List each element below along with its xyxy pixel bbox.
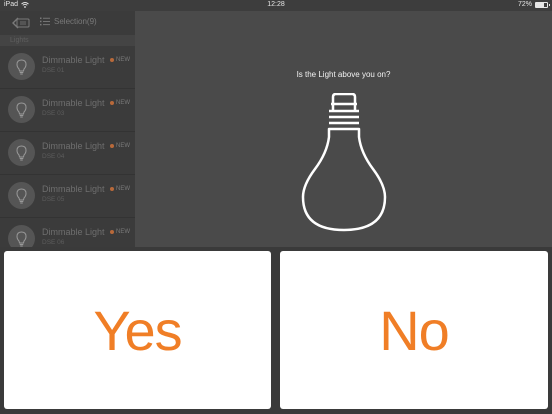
bulb-avatar xyxy=(8,225,35,247)
list-item[interactable]: Dimmable Light DSE 04 NEW xyxy=(0,132,135,175)
battery-fill xyxy=(536,2,544,7)
lightbulb-icon xyxy=(16,58,27,74)
badge-label: NEW xyxy=(116,100,130,106)
battery-icon xyxy=(535,1,550,8)
item-id: DSE 05 xyxy=(42,196,65,203)
item-name: Dimmable Light xyxy=(42,141,105,151)
badge-dot xyxy=(110,187,114,191)
lightbulb-icon xyxy=(16,144,27,160)
battery-percent: 72% xyxy=(517,1,532,8)
device-list-panel: Selection(9) Lights Dimmable Light DSE 01… xyxy=(0,11,135,247)
list-item[interactable]: Dimmable Light DSE 01 NEW xyxy=(0,46,135,89)
list-item[interactable]: Dimmable Light DSE 03 NEW xyxy=(0,89,135,132)
badge-label: NEW xyxy=(116,143,130,149)
badge-label: NEW xyxy=(116,186,130,192)
badge-dot xyxy=(110,230,114,234)
answer-area: Yes No xyxy=(0,247,552,414)
new-badge: NEW xyxy=(110,100,130,106)
bulb-avatar xyxy=(8,53,35,80)
item-id: DSE 04 xyxy=(42,153,65,160)
status-bar: iPad 12:28 72% xyxy=(0,0,552,11)
question-text: Is the Light above you on? xyxy=(296,70,391,79)
status-time: 12:28 xyxy=(267,1,285,8)
item-id: DSE 01 xyxy=(42,67,65,74)
lightbulb-icon xyxy=(16,187,27,203)
new-badge: NEW xyxy=(110,57,130,63)
item-id: DSE 06 xyxy=(42,239,65,246)
selection-button[interactable]: Selection(9) xyxy=(40,17,97,26)
status-right: 72% xyxy=(517,1,550,8)
badge-dot xyxy=(110,101,114,105)
list-navbar: Selection(9) xyxy=(0,11,135,35)
app-window: iPad 12:28 72% Selection(9) Lights Dimma… xyxy=(0,0,552,414)
list-item[interactable]: Dimmable Light DSE 05 NEW xyxy=(0,175,135,218)
badge-label: NEW xyxy=(116,57,130,63)
new-badge: NEW xyxy=(110,186,130,192)
badge-dot xyxy=(110,58,114,62)
item-name: Dimmable Light xyxy=(42,227,105,237)
item-id: DSE 03 xyxy=(42,110,65,117)
back-icon[interactable] xyxy=(12,16,32,30)
badge-label: NEW xyxy=(116,229,130,235)
bulb-avatar xyxy=(8,96,35,123)
lightbulb-icon xyxy=(301,93,387,232)
item-name: Dimmable Light xyxy=(42,55,105,65)
device-list: Dimmable Light DSE 01 NEW Dimmable Light DSE… xyxy=(0,46,135,247)
lightbulb-icon xyxy=(16,101,27,117)
prompt-panel: Is the Light above you on? xyxy=(135,11,552,247)
section-header-lights: Lights xyxy=(0,35,135,46)
bulb-avatar xyxy=(8,139,35,166)
new-badge: NEW xyxy=(110,229,130,235)
item-name: Dimmable Light xyxy=(42,98,105,108)
lightbulb-icon xyxy=(16,230,27,246)
selection-label: Selection(9) xyxy=(54,17,97,26)
item-name: Dimmable Light xyxy=(42,184,105,194)
list-item[interactable]: Dimmable Light DSE 06 NEW xyxy=(0,218,135,247)
new-badge: NEW xyxy=(110,143,130,149)
no-button[interactable]: No xyxy=(280,251,548,409)
yes-button[interactable]: Yes xyxy=(4,251,271,409)
list-icon xyxy=(40,17,50,26)
badge-dot xyxy=(110,144,114,148)
bulb-avatar xyxy=(8,182,35,209)
